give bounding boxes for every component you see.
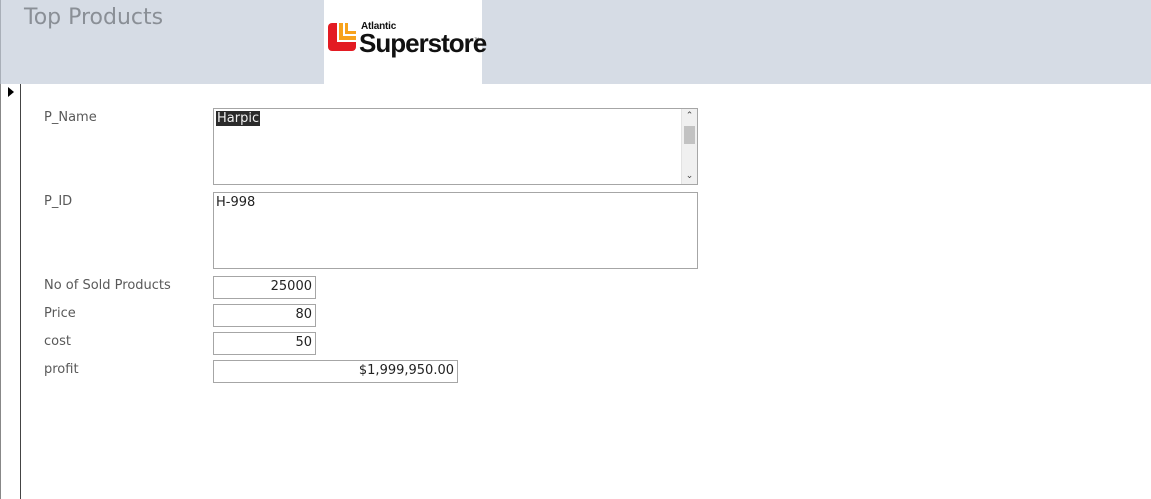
- sold-field[interactable]: 25000: [213, 276, 316, 299]
- profit-value: $1,999,950.00: [358, 363, 454, 378]
- price-field[interactable]: 80: [213, 304, 316, 327]
- scroll-down-icon[interactable]: ⌄: [682, 169, 697, 184]
- p-name-label: P_Name: [44, 110, 97, 125]
- scroll-up-icon[interactable]: ⌃: [682, 109, 697, 124]
- logo-text-big: Superstore: [359, 28, 487, 58]
- profit-field[interactable]: $1,999,950.00: [213, 360, 458, 383]
- p-name-scrollbar[interactable]: ⌃ ⌄: [681, 109, 697, 184]
- company-logo: Atlantic Superstore ™: [324, 0, 487, 84]
- record-selector[interactable]: [0, 84, 21, 499]
- price-label: Price: [44, 306, 76, 321]
- form-title: Top Products: [24, 5, 164, 30]
- header-border: [0, 0, 1, 84]
- logo-trademark: ™: [474, 37, 479, 43]
- p-id-value: H-998: [216, 195, 256, 210]
- price-value: 80: [295, 307, 312, 322]
- cost-field[interactable]: 50: [213, 332, 316, 355]
- sold-label: No of Sold Products: [44, 278, 171, 293]
- logo-mark-icon: [328, 23, 356, 51]
- current-record-arrow-icon: [8, 87, 14, 97]
- p-name-value: Harpic: [216, 111, 261, 126]
- scroll-thumb[interactable]: [684, 126, 695, 144]
- sold-value: 25000: [270, 279, 312, 294]
- p-id-field[interactable]: H-998: [213, 192, 698, 269]
- profit-label: profit: [44, 362, 79, 377]
- p-id-label: P_ID: [44, 194, 73, 209]
- cost-value: 50: [295, 335, 312, 350]
- cost-label: cost: [44, 334, 71, 349]
- form-header: Top Products Atlantic Superstore ™: [0, 0, 1151, 84]
- p-name-field[interactable]: Harpic ⌃ ⌄: [213, 108, 698, 185]
